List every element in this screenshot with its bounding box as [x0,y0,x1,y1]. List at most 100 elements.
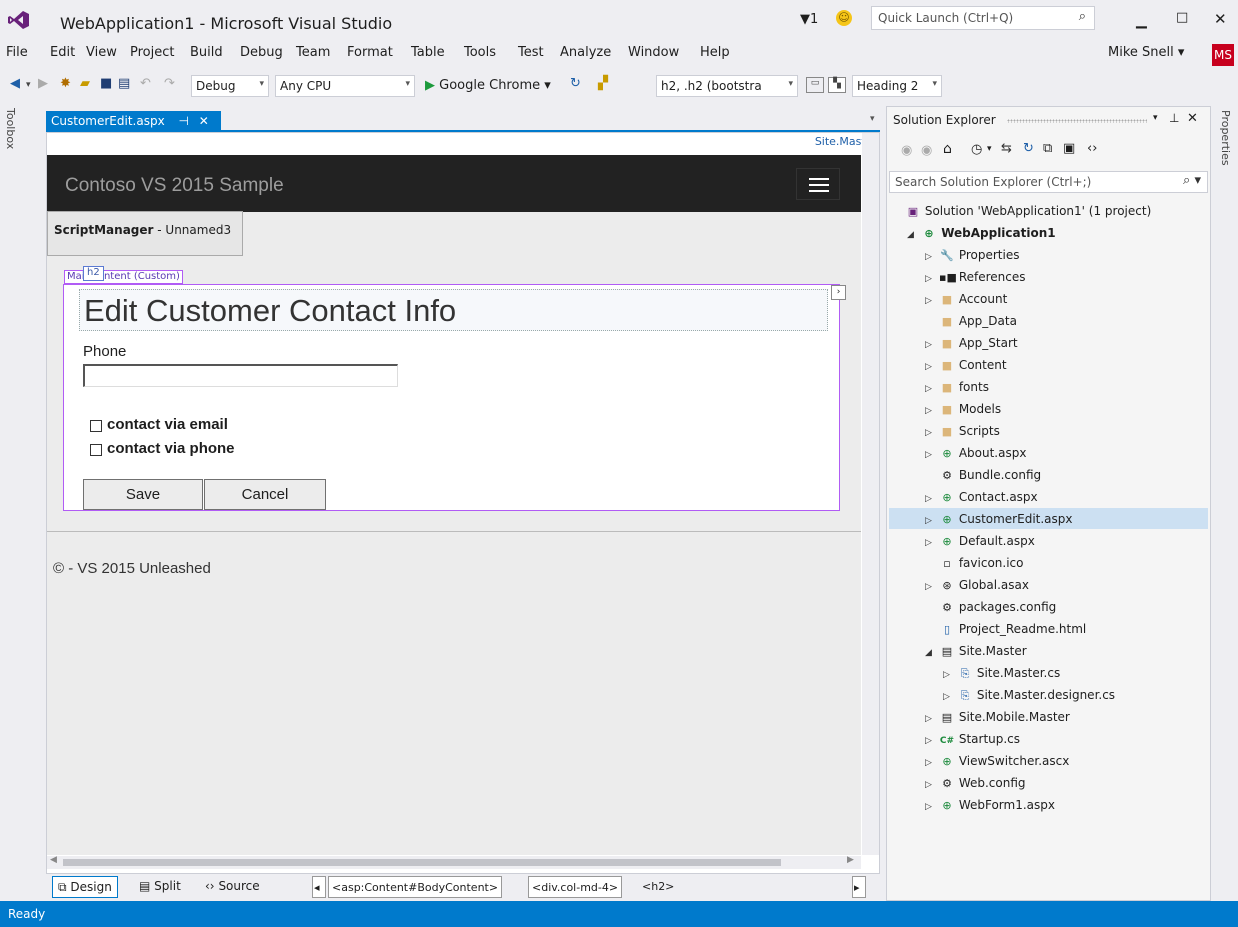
tree-item-references[interactable]: ▪■ References [939,270,1026,284]
menu-format[interactable]: Format [347,45,393,60]
main-content-region[interactable]: h2 Edit Customer Contact Info › Phone co… [63,266,846,511]
block-format-select[interactable]: Heading 2 ▾ [852,75,942,97]
sync-icon[interactable]: ⇆ [1001,141,1012,156]
tree-item-app-start[interactable]: ■ App_Start [939,336,1018,350]
undo-icon[interactable]: ↶ [140,76,151,91]
chevron-down-icon[interactable]: ▾ [987,144,992,154]
expand-arrow-icon[interactable]: ▷ [925,274,932,284]
tree-item-site-master-designer-cs[interactable]: ⎘ Site.Master.designer.cs [957,688,1115,703]
navigate-back-icon[interactable]: ◀ [10,76,20,91]
menu-table[interactable]: Table [411,45,445,60]
tree-item-contact-aspx[interactable]: ⊕ Contact.aspx [939,490,1037,504]
expand-arrow-icon[interactable]: ▷ [925,582,932,592]
tree-item-default-aspx[interactable]: ⊕ Default.aspx [939,534,1034,548]
cancel-button[interactable]: Cancel [204,479,326,510]
phone-input[interactable] [83,364,398,387]
expand-arrow-icon[interactable]: ▷ [925,362,932,372]
scroll-left-icon[interactable]: ◀ [50,855,57,865]
tree-item-app-data[interactable]: ■ App_Data [939,314,1017,328]
refresh-icon[interactable]: ↻ [1023,141,1034,156]
expand-arrow-icon[interactable]: ▷ [925,340,932,350]
vertical-scrollbar[interactable] [862,133,879,855]
solution-search-input[interactable]: Search Solution Explorer (Ctrl+;) ⌕ ▾ [889,171,1208,193]
source-view-tab[interactable]: ‹› Source [200,876,265,898]
save-button[interactable]: Save [83,479,203,510]
split-view-tab[interactable]: ▤ Split [134,876,186,898]
tree-item-favicon[interactable]: ▫ favicon.ico [939,556,1023,570]
close-window-button[interactable]: ✕ [1214,10,1227,28]
scrollbar-thumb[interactable] [63,859,781,866]
heading-element[interactable]: Edit Customer Contact Info [79,289,828,331]
forward-icon[interactable]: ◉ [921,143,932,158]
redo-icon[interactable]: ↷ [164,76,175,91]
save-all-icon[interactable]: ▤ [118,76,130,91]
email-checkbox[interactable] [90,420,102,432]
tree-item-site-mobile-master[interactable]: ▤ Site.Mobile.Master [939,710,1070,724]
properties-tab[interactable]: Properties [1219,110,1232,166]
user-avatar[interactable]: MS [1212,44,1234,66]
feedback-smiley-icon[interactable]: ☺ [836,10,852,26]
save-icon[interactable]: ■ [100,76,112,91]
expand-arrow-icon[interactable]: ▷ [925,296,932,306]
tree-item-account[interactable]: ■ Account [939,292,1007,306]
toolbox-tab[interactable]: Toolbox [4,108,17,149]
menu-file[interactable]: File [6,45,28,60]
scroll-right-icon[interactable]: ▶ [847,855,854,865]
phone-checkbox-label[interactable]: contact via phone [107,440,235,457]
manual-style-icon[interactable]: ▚ [828,77,846,93]
new-project-icon[interactable]: ✸ [60,76,71,91]
user-account-menu[interactable]: Mike Snell ▾ [1108,45,1184,60]
pin-icon[interactable]: ⊥ [1169,111,1179,125]
design-view-tab[interactable]: ⧉ Design [52,876,118,898]
tree-item-content[interactable]: ■ Content [939,358,1007,372]
expand-arrow-icon[interactable]: ▷ [925,516,932,526]
hamburger-menu-icon[interactable] [796,168,840,200]
open-file-icon[interactable]: ▰ [80,76,90,91]
tree-item-fonts[interactable]: ■ fonts [939,380,989,394]
collapse-all-icon[interactable]: ⧉ [1043,141,1052,156]
design-surface[interactable]: Site.Master Contoso VS 2015 Sample Scrip… [46,132,880,874]
expand-arrow-icon[interactable]: ▷ [925,406,932,416]
target-rule-select[interactable]: h2, .h2 (bootstra ▾ [656,75,798,97]
tree-item-bundle-config[interactable]: ⚙ Bundle.config [939,468,1041,482]
start-debugging-button[interactable]: ▶ Google Chrome ▾ [425,78,551,93]
expand-arrow-icon[interactable]: ▷ [925,252,932,262]
tree-item-webform1-aspx[interactable]: ⊕ WebForm1.aspx [939,798,1055,812]
expand-arrow-icon[interactable]: ▷ [925,428,932,438]
minimize-button[interactable]: ▁ [1136,13,1147,29]
tree-item-about-aspx[interactable]: ⊕ About.aspx [939,446,1026,460]
notifications-button[interactable]: ▼1 [800,12,818,27]
solution-configuration-select[interactable]: Debug ▾ [191,75,269,97]
close-tab-icon[interactable]: ✕ [199,114,209,128]
tree-item-viewswitcher-ascx[interactable]: ⊕ ViewSwitcher.ascx [939,754,1069,768]
collapse-arrow-icon[interactable]: ◢ [907,230,914,240]
tree-item-global-asax[interactable]: ⊛ Global.asax [939,578,1029,592]
expand-arrow-icon[interactable]: ▷ [925,736,932,746]
content-region-label[interactable]: MainContent (Custom) [64,270,183,284]
menu-project[interactable]: Project [130,45,174,60]
expand-arrow-icon[interactable]: ▷ [943,670,950,680]
tree-item-properties[interactable]: 🔧 Properties [939,248,1019,262]
menu-team[interactable]: Team [296,45,330,60]
expand-arrow-icon[interactable]: ▷ [925,802,932,812]
menu-analyze[interactable]: Analyze [560,45,611,60]
tree-item-models[interactable]: ■ Models [939,402,1001,416]
tree-item-customeredit-aspx[interactable]: ⊕ CustomerEdit.aspx [939,512,1072,526]
menu-edit[interactable]: Edit [50,45,75,60]
script-manager-control[interactable]: ScriptManager - Unnamed3 [47,211,243,256]
breadcrumb-right-arrow-icon[interactable]: ▸ [852,876,866,898]
menu-build[interactable]: Build [190,45,223,60]
tab-overflow-icon[interactable]: ▾ [870,114,875,124]
breadcrumb-h2[interactable]: <h2> [639,876,677,898]
menu-test[interactable]: Test [518,45,544,60]
smart-tag-icon[interactable]: › [831,285,846,300]
code-view-icon[interactable]: ‹› [1087,141,1097,156]
expand-arrow-icon[interactable]: ▷ [925,758,932,768]
home-icon[interactable]: ⌂ [943,141,952,157]
expand-arrow-icon[interactable]: ▷ [925,494,932,504]
back-icon[interactable]: ◉ [901,143,912,158]
solution-platform-select[interactable]: Any CPU ▾ [275,75,415,97]
tree-item-site-master-cs[interactable]: ⎘ Site.Master.cs [957,666,1061,681]
history-icon[interactable]: ◷ [971,142,982,157]
tree-item-project-readme[interactable]: ▯ Project_Readme.html [939,622,1086,636]
